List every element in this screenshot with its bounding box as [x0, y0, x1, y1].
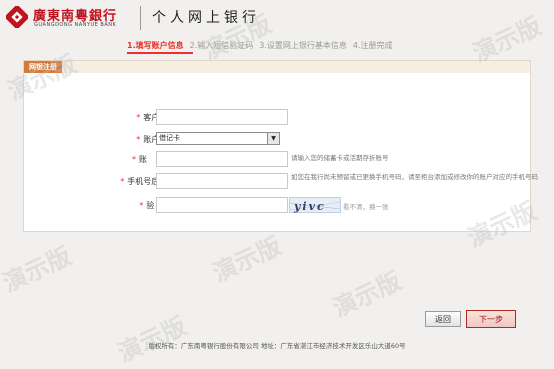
back-button[interactable]: 返回 [425, 311, 461, 327]
step-3: 3.设置网上银行基本信息 [259, 41, 347, 50]
phone-row: * 手机号后四位: 如您在我行尚未预留或已更换手机号码，请至柜台添加或修改你的账户… [24, 173, 538, 189]
header-divider [140, 6, 141, 30]
account-type-value: 借记卡 [159, 134, 180, 142]
captcha-text: yivc [293, 200, 326, 213]
captcha-row: *验 证 码: yivc 看不清，换一张 [24, 197, 530, 213]
header: 廣東南粵銀行 GUANGDONG NANYUE BANK 个人网上银行 [0, 0, 554, 38]
watermark: 演示版 [328, 266, 406, 323]
captcha-input[interactable] [156, 197, 288, 213]
registration-steps: 1.填写账户信息 2.输入短信验证码 3.设置网上银行基本信息 4.注册完成 [127, 40, 399, 51]
registration-panel: 网银注册 *客户姓名: *账户类型: 借记卡 ▼ *账 号: 请输入您的储蓄卡或… [23, 60, 538, 232]
bank-logo-icon [6, 6, 28, 28]
step-2: 2.输入短信验证码 [189, 41, 254, 50]
account-no-row: *账 号: 请输入您的储蓄卡或活期存折账号 [24, 151, 530, 167]
phone-last4-input[interactable] [156, 173, 288, 189]
bank-name-en: GUANGDONG NANYUE BANK [34, 22, 117, 28]
captcha-refresh-link[interactable]: 看不清，换一张 [343, 201, 389, 211]
name-row: *客户姓名: [24, 109, 530, 125]
watermark: 演示版 [208, 231, 286, 288]
account-type-row: *账户类型: 借记卡 ▼ [24, 131, 530, 147]
next-button[interactable]: 下一步 [466, 310, 516, 328]
panel-header: 网银注册 [24, 61, 530, 73]
customer-name-input[interactable] [156, 109, 288, 125]
chevron-down-icon[interactable]: ▼ [267, 133, 279, 144]
step-1: 1.填写账户信息 [127, 41, 184, 50]
account-no-hint: 请输入您的储蓄卡或活期存折账号 [291, 154, 389, 162]
app-title: 个人网上银行 [152, 10, 260, 26]
active-step-indicator [127, 52, 193, 54]
account-number-input[interactable] [156, 151, 288, 167]
panel-tab: 网银注册 [24, 61, 62, 73]
watermark: 演示版 [113, 311, 191, 368]
captcha-image[interactable]: yivc [289, 197, 341, 213]
footer-copyright: 版权所有：广东南粤银行股份有限公司 地址：广东省湛江市经济技术开发区乐山大道60… [148, 342, 406, 350]
phone-hint: 如您在我行尚未预留或已更换手机号码，请至柜台添加或修改你的账户对应的手机号码 [291, 173, 538, 181]
watermark: 演示版 [0, 241, 76, 298]
account-type-select[interactable]: 借记卡 ▼ [156, 132, 280, 145]
captcha-graphic: yivc [289, 200, 341, 213]
step-4: 4.注册完成 [352, 41, 393, 50]
